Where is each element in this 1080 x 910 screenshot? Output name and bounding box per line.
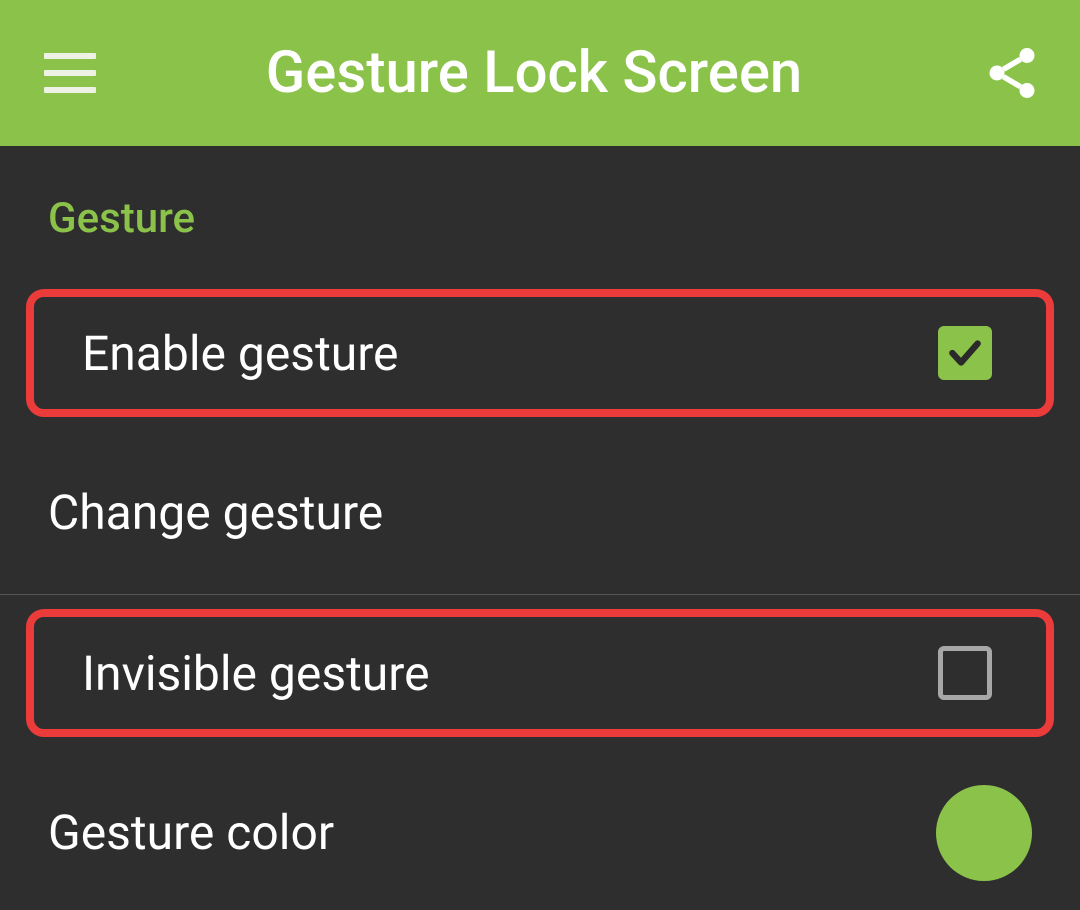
row-gesture-color[interactable]: Gesture color (0, 751, 1080, 910)
row-change-gesture[interactable]: Change gesture (0, 431, 1080, 595)
row-invisible-gesture[interactable]: Invisible gesture (26, 609, 1054, 737)
app-header: Gesture Lock Screen (0, 0, 1080, 146)
check-icon (946, 334, 984, 372)
row-label: Invisible gesture (82, 645, 430, 702)
checkbox-enable-gesture[interactable] (938, 326, 992, 380)
checkbox-invisible-gesture[interactable] (938, 646, 992, 700)
row-label: Change gesture (48, 484, 383, 541)
share-icon[interactable] (982, 43, 1042, 103)
row-label: Enable gesture (82, 325, 399, 382)
row-label: Gesture color (48, 804, 334, 861)
gesture-color-swatch[interactable] (936, 785, 1032, 881)
section-title-gesture: Gesture (0, 146, 1080, 255)
settings-content: Gesture Enable gesture Change gesture In… (0, 146, 1080, 910)
row-enable-gesture[interactable]: Enable gesture (26, 289, 1054, 417)
app-title: Gesture Lock Screen (86, 39, 982, 107)
